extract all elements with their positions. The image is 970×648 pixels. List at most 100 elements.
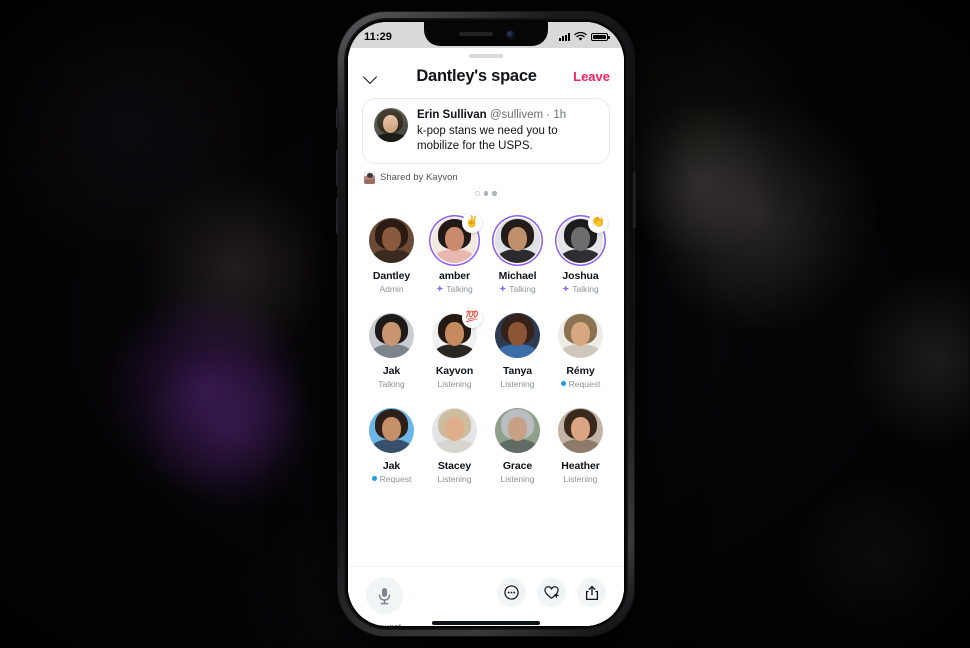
participant-status: Listening xyxy=(437,379,471,389)
ellipsis-icon xyxy=(504,585,519,600)
participant-status: Listening xyxy=(563,474,597,484)
participant-stacey-9[interactable]: Stacey Listening xyxy=(423,402,486,495)
avatar-shell xyxy=(495,407,540,453)
participant-rmy-7[interactable]: Rémy Request xyxy=(549,307,612,400)
talking-sparkle-icon xyxy=(562,285,570,292)
avatar xyxy=(432,407,477,453)
participant-status-label: Listening xyxy=(500,378,535,389)
participant-status: Admin xyxy=(379,284,403,294)
participant-name: Heather xyxy=(561,459,600,472)
avatar-shell xyxy=(558,312,603,358)
erin-sullivan-avatar xyxy=(374,108,408,142)
power-button[interactable] xyxy=(633,172,636,228)
participant-heather-11[interactable]: Heather Listening xyxy=(549,402,612,495)
participant-name: Kayvon xyxy=(435,364,474,377)
tweet-author-name: Erin Sullivan xyxy=(417,109,487,121)
participant-name: amber xyxy=(438,269,470,282)
volume-down-button[interactable] xyxy=(336,198,339,234)
avatar xyxy=(369,217,414,263)
avatar-shell xyxy=(369,312,414,358)
tweet-timestamp: 1h xyxy=(553,109,567,121)
avatar xyxy=(558,312,603,358)
more-options-button[interactable] xyxy=(497,578,526,607)
participant-status: Listening xyxy=(500,474,534,484)
shared-tweet-section: Erin Sullivan @sullivem · 1h k-pop stans… xyxy=(348,98,624,164)
pager-dot[interactable] xyxy=(483,191,489,196)
avatar-shell xyxy=(432,407,477,453)
emoji-reaction-badge: 👏 xyxy=(588,212,608,233)
request-mic-button[interactable]: Request xyxy=(366,577,403,626)
participant-status: Listening xyxy=(437,474,471,484)
status-bar: 11:29 xyxy=(348,22,624,48)
participant-jak-8[interactable]: Jak Request xyxy=(360,402,423,495)
participant-name: Dantley xyxy=(372,269,411,282)
tweet-separator: · xyxy=(543,109,554,121)
silence-switch[interactable] xyxy=(336,108,339,128)
leave-button[interactable]: Leave xyxy=(573,69,610,84)
pager-dot[interactable] xyxy=(492,191,497,196)
pager-dots[interactable] xyxy=(348,184,624,200)
participant-status-label: Talking xyxy=(509,283,536,294)
participant-name: Grace xyxy=(502,459,533,472)
participant-name: Jak xyxy=(382,364,401,377)
signal-bars-icon xyxy=(559,32,570,41)
participant-status-label: Talking xyxy=(572,283,599,294)
participant-status-label: Request xyxy=(379,473,412,484)
avatar xyxy=(369,407,414,453)
talking-sparkle-icon xyxy=(436,285,444,292)
chevron-down-icon[interactable] xyxy=(362,68,380,86)
tweet-author-handle: @sullivem xyxy=(489,109,544,121)
add-reaction-button[interactable] xyxy=(537,578,566,607)
participant-status-label: Talking xyxy=(378,378,405,389)
participant-name: Jak xyxy=(382,459,401,472)
page-title: Dantley's space xyxy=(416,67,537,85)
participant-grace-10[interactable]: Grace Listening xyxy=(486,402,549,495)
participant-status: Request xyxy=(371,473,412,484)
request-dot-icon xyxy=(560,381,566,386)
participant-amber-1[interactable]: ✌️ amber Talking xyxy=(423,212,486,305)
mic-button-label: Request xyxy=(368,622,402,626)
avatar-shell xyxy=(369,407,414,453)
bottom-action-bar: Request xyxy=(348,566,624,626)
participant-status: Talking xyxy=(436,283,473,294)
tweet-content: Erin Sullivan @sullivem · 1h k-pop stans… xyxy=(417,108,598,154)
avatar-shell xyxy=(495,217,540,263)
status-clock: 11:29 xyxy=(364,30,393,43)
home-indicator[interactable] xyxy=(432,621,540,625)
talking-sparkle-icon xyxy=(499,285,507,292)
volume-up-button[interactable] xyxy=(336,150,339,186)
participant-joshua-3[interactable]: 👏 Joshua Talking xyxy=(549,212,612,305)
avatar xyxy=(495,312,540,358)
phone-screen: 11:29 Dantley's space Leave Erin Sulliva… xyxy=(348,22,624,626)
participant-jak-4[interactable]: Jak Talking xyxy=(360,307,423,400)
participant-status-label: Talking xyxy=(446,283,473,294)
participant-status-label: Admin xyxy=(379,283,404,294)
earpiece-speaker xyxy=(458,32,493,36)
space-header: Dantley's space Leave xyxy=(348,58,624,98)
participant-status-label: Request xyxy=(568,378,601,389)
avatar-shell: 💯 xyxy=(432,307,482,358)
participant-status: Talking xyxy=(562,283,599,294)
wifi-icon xyxy=(574,31,587,41)
share-button[interactable] xyxy=(577,578,606,607)
pager-dot[interactable] xyxy=(475,191,480,196)
phone-device: 11:29 Dantley's space Leave Erin Sulliva… xyxy=(336,12,636,636)
tweet-card[interactable]: Erin Sullivan @sullivem · 1h k-pop stans… xyxy=(362,98,610,164)
emoji-reaction-badge: ✌️ xyxy=(462,212,482,233)
participant-status: Request xyxy=(560,378,601,389)
participant-status-label: Listening xyxy=(563,473,598,484)
participant-dantley-0[interactable]: Dantley Admin xyxy=(360,212,423,305)
participant-name: Stacey xyxy=(437,459,472,472)
avatar-shell xyxy=(558,407,603,453)
participant-tanya-6[interactable]: Tanya Listening xyxy=(486,307,549,400)
shared-by-row: Shared by Kayvon xyxy=(348,164,624,184)
avatar xyxy=(369,312,414,358)
device-bezel: 11:29 Dantley's space Leave Erin Sulliva… xyxy=(344,18,628,630)
avatar xyxy=(558,407,603,453)
kayvon-small-avatar xyxy=(364,171,375,184)
shared-by-label: Shared by Kayvon xyxy=(380,172,458,183)
participant-kayvon-5[interactable]: 💯 Kayvon Listening xyxy=(423,307,486,400)
mic-circle[interactable] xyxy=(366,577,403,614)
participant-michael-2[interactable]: Michael Talking xyxy=(486,212,549,305)
avatar-shell: ✌️ xyxy=(432,212,482,263)
